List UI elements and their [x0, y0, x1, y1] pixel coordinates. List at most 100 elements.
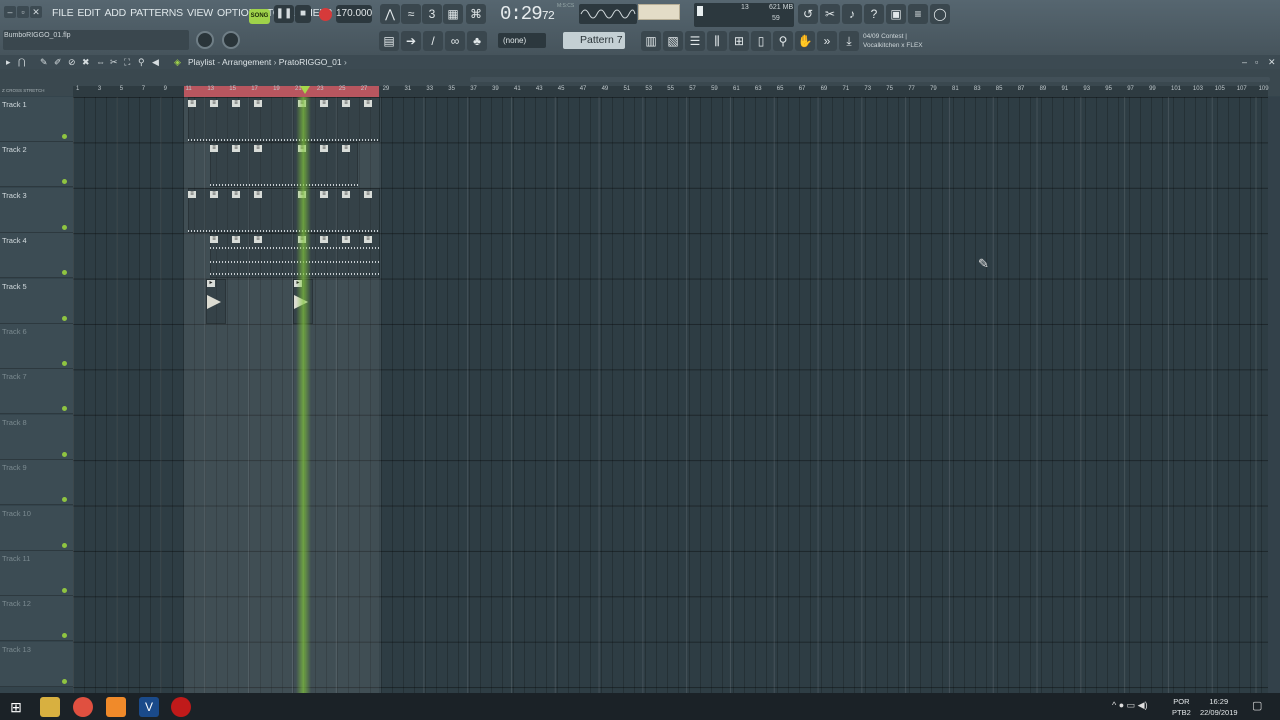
playhead[interactable]	[296, 97, 311, 693]
track-mute-led[interactable]	[62, 270, 67, 276]
play-pause-button[interactable]: ❚❚	[274, 5, 294, 23]
track-mute-led[interactable]	[62, 224, 67, 230]
track-header[interactable]: Track 3	[0, 187, 73, 233]
clip-header-icon[interactable]: ≡	[342, 145, 350, 153]
chrome-icon[interactable]	[73, 697, 93, 717]
mixer-view-icon[interactable]: ⫼	[707, 31, 727, 51]
channel-rack-icon[interactable]: ▥	[641, 31, 661, 51]
track-name[interactable]: Track 5	[2, 282, 27, 291]
file-explorer-icon[interactable]	[40, 697, 60, 717]
news-hint[interactable]: 04/09 Contest | Vocalkitchen x FLEX	[863, 32, 923, 50]
track-header[interactable]: Track 1	[0, 97, 73, 142]
clip-header-icon[interactable]: ≡	[342, 100, 350, 107]
track-header[interactable]: Track 10	[0, 505, 73, 551]
menu-edit[interactable]: EDIT	[75, 5, 102, 21]
menu-add[interactable]: ADD	[103, 5, 129, 21]
select-tool-icon[interactable]: ⛶	[124, 57, 130, 68]
obs-icon[interactable]	[171, 697, 191, 717]
clip-header-icon[interactable]: ≡	[320, 236, 328, 244]
track-name[interactable]: Track 3	[2, 191, 27, 200]
vertical-scrollbar[interactable]	[1268, 97, 1280, 693]
minimize-icon[interactable]: –	[4, 6, 16, 18]
stamp-icon[interactable]: ♣	[467, 31, 487, 51]
track-name[interactable]: Track 11	[2, 554, 30, 563]
playlist-menu-arrow-icon[interactable]: ▸	[6, 57, 11, 68]
clip-header-icon[interactable]: ≡	[364, 100, 372, 107]
menu-view[interactable]: VIEW	[185, 5, 215, 21]
clip-header-icon[interactable]: ≡	[364, 236, 372, 244]
playlist-close-icon[interactable]: ✕	[1268, 57, 1276, 68]
browser-icon[interactable]: ⊞	[729, 31, 749, 51]
wait-input-icon[interactable]: ≈	[401, 4, 421, 24]
clip-header-icon[interactable]: ≡	[210, 145, 218, 153]
track-mute-led[interactable]	[62, 179, 67, 185]
track-header[interactable]: Track 9	[0, 460, 73, 506]
save-icon[interactable]: ▣	[886, 4, 906, 24]
track-name[interactable]: Track 1	[2, 100, 27, 109]
playback-tool-icon[interactable]: ◀	[152, 57, 159, 68]
vegas-icon[interactable]: V	[139, 697, 159, 717]
help-icon[interactable]: ?	[864, 4, 884, 24]
track-header[interactable]: Track 8	[0, 414, 73, 460]
playlist-icon[interactable]: ▤	[379, 31, 399, 51]
clip-header-icon[interactable]: ≡	[254, 236, 262, 244]
link-icon[interactable]: ∞	[445, 31, 465, 51]
stop-button[interactable]: ■	[295, 5, 311, 23]
song-mode-button[interactable]: SONG	[249, 9, 270, 24]
tempo-display[interactable]: 170.000	[336, 5, 372, 23]
track-mute-led[interactable]	[62, 542, 67, 548]
master-volume-knob[interactable]	[196, 31, 214, 49]
breadcrumb-pattern[interactable]: PratoRIGGO_01	[279, 57, 342, 67]
track-name[interactable]: Track 8	[2, 418, 27, 427]
clip-header-icon[interactable]: ≡	[254, 100, 262, 107]
metronome-icon[interactable]: ⋀	[380, 4, 400, 24]
clip-header-icon[interactable]: ≡	[320, 190, 328, 198]
blend-notes-icon[interactable]: ⌘	[466, 4, 486, 24]
clip-header-icon[interactable]: ≡	[364, 190, 372, 198]
arrow-icon[interactable]: ➔	[401, 31, 421, 51]
horizontal-scrollbar[interactable]	[470, 77, 1270, 82]
slice-tool-icon[interactable]: ✂	[110, 57, 118, 68]
menu-patterns[interactable]: PATTERNS	[128, 5, 185, 21]
clip-header-icon[interactable]: ≡	[232, 145, 240, 153]
clip-header-icon[interactable]: ≡	[188, 100, 196, 107]
playlist-maximize-icon[interactable]: ▫	[1255, 57, 1258, 67]
clip-header-icon[interactable]: ≡	[210, 236, 218, 244]
step-sequencer-icon[interactable]: ☰	[685, 31, 705, 51]
track-mute-led[interactable]	[62, 633, 67, 639]
clip-header-icon[interactable]: ≡	[320, 145, 328, 153]
cpu-memory-panel[interactable]: 13 621 MB 59	[694, 3, 794, 27]
playlist-minimize-icon[interactable]: –	[1242, 57, 1247, 67]
record-button[interactable]	[316, 5, 334, 23]
track-mute-led[interactable]	[62, 406, 67, 412]
track-name[interactable]: Track 13	[2, 645, 31, 654]
clip-header-icon[interactable]: ≡	[210, 100, 218, 107]
track-name[interactable]: Track 7	[2, 372, 27, 381]
piano-roll-icon[interactable]: ▧	[663, 31, 683, 51]
track-name[interactable]: Track 2	[2, 145, 27, 154]
draw-tool-icon[interactable]: ✎	[40, 57, 48, 68]
menu-file[interactable]: FILE	[50, 5, 75, 21]
windows-start-icon[interactable]: ⊞	[6, 697, 26, 717]
track-name[interactable]: Track 12	[2, 599, 31, 608]
track-header[interactable]: Track 5	[0, 278, 73, 324]
arrangement-icon[interactable]: ◈	[174, 57, 181, 68]
countdown-icon[interactable]: 3	[422, 4, 442, 24]
step-edit-icon[interactable]: ▦	[443, 4, 463, 24]
track-mute-led[interactable]	[62, 678, 67, 684]
tray-icons[interactable]: ^ ● ▭ ◀)	[1112, 700, 1148, 711]
notifications-icon[interactable]: ▢	[1252, 699, 1262, 712]
clip-header-icon[interactable]: ≡	[232, 100, 240, 107]
track-mute-led[interactable]	[62, 497, 67, 503]
master-pitch-knob[interactable]	[222, 31, 240, 49]
track-name[interactable]: Track 4	[2, 236, 27, 245]
track-mute-led[interactable]	[62, 361, 67, 366]
tempo-tapper-icon[interactable]: »	[817, 31, 837, 51]
mute-tool-icon[interactable]: ✖	[82, 57, 90, 68]
track-header[interactable]: Track 4	[0, 233, 73, 279]
track-mute-led[interactable]	[62, 451, 67, 457]
clip-header-icon[interactable]: ▸	[207, 279, 215, 287]
clip-header-icon[interactable]: ≡	[210, 190, 218, 198]
clip-header-icon[interactable]: ≡	[232, 190, 240, 198]
clip-header-icon[interactable]: ≡	[232, 236, 240, 244]
